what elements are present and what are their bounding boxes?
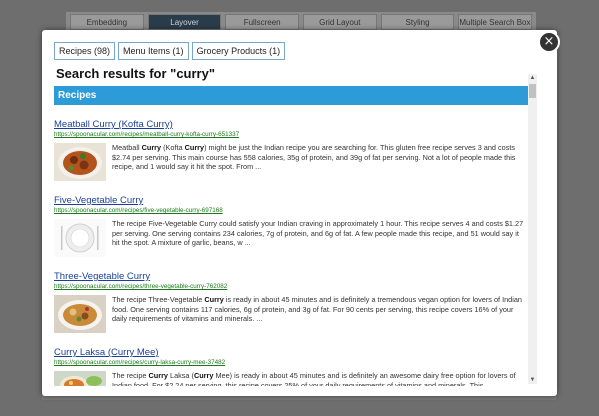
result-type-tabs: Recipes (98) Menu Items (1) Grocery Prod…	[54, 42, 286, 60]
recipe-title-link[interactable]: Meatball Curry (Kofta Curry)	[54, 119, 528, 131]
recipe-url-link[interactable]: https://spoonacular.com/recipes/three-ve…	[54, 283, 528, 291]
bg-tab-grid-layout: Grid Layout	[303, 14, 377, 30]
recipe-url-link[interactable]: https://spoonacular.com/recipes/meatball…	[54, 131, 528, 139]
background-tab-bar: Embedding Layover Fullscreen Grid Layout…	[66, 12, 536, 32]
bg-tab-embedding: Embedding	[70, 14, 144, 30]
vegetable-curry-photo[interactable]	[54, 295, 106, 333]
bg-tab-styling: Styling	[380, 14, 455, 30]
bg-tab-multiple-search-boxes: Multiple Search Boxes	[458, 14, 533, 30]
recipe-summary: The recipe Five-Vegetable Curry could sa…	[112, 219, 524, 247]
search-results-title: Search results for "curry"	[56, 66, 216, 81]
scroll-up-arrow-icon[interactable]: ▲	[528, 74, 537, 82]
bg-tab-fullscreen: Fullscreen	[225, 14, 300, 30]
section-header-recipes: Recipes	[54, 86, 528, 105]
recipe-title-link[interactable]: Three-Vegetable Curry	[54, 271, 528, 283]
recipe-url-link[interactable]: https://spoonacular.com/recipes/curry-la…	[54, 359, 528, 367]
results-list: Recipes Meatball Curry (Kofta Curry) htt…	[54, 86, 528, 386]
scroll-down-arrow-icon[interactable]: ▼	[528, 376, 537, 384]
recipe-summary: Meatball Curry (Kofta Curry) might be ju…	[112, 143, 516, 171]
meatball-curry-photo[interactable]	[54, 143, 106, 181]
recipe-title-link[interactable]: Curry Laksa (Curry Mee)	[54, 347, 528, 359]
tab-grocery-products[interactable]: Grocery Products (1)	[191, 42, 286, 60]
search-results-modal: Recipes (98) Menu Items (1) Grocery Prod…	[42, 30, 557, 396]
recipe-summary: The recipe Three-Vegetable Curry is read…	[112, 295, 522, 323]
recipe-item: Five-Vegetable Curry https://spoonacular…	[54, 195, 528, 257]
close-icon[interactable]: ×	[538, 31, 560, 53]
recipe-summary: The recipe Curry Laksa (Curry Mee) is re…	[112, 371, 516, 386]
recipe-item: Meatball Curry (Kofta Curry) https://spo…	[54, 119, 528, 181]
recipe-item: Curry Laksa (Curry Mee) https://spoonacu…	[54, 347, 528, 386]
scrollbar-thumb[interactable]	[529, 84, 536, 98]
results-scrollbar[interactable]: ▲ ▼	[528, 74, 537, 384]
recipe-item: Three-Vegetable Curry https://spoonacula…	[54, 271, 528, 333]
recipe-url-link[interactable]: https://spoonacular.com/recipes/five-veg…	[54, 207, 528, 215]
tab-menu-items[interactable]: Menu Items (1)	[118, 42, 189, 60]
recipe-title-link[interactable]: Five-Vegetable Curry	[54, 195, 528, 207]
bg-tab-layover: Layover	[147, 14, 222, 30]
laksa-photo[interactable]	[54, 371, 106, 386]
empty-plate-icon[interactable]	[54, 219, 106, 257]
tab-recipes[interactable]: Recipes (98)	[54, 42, 116, 60]
